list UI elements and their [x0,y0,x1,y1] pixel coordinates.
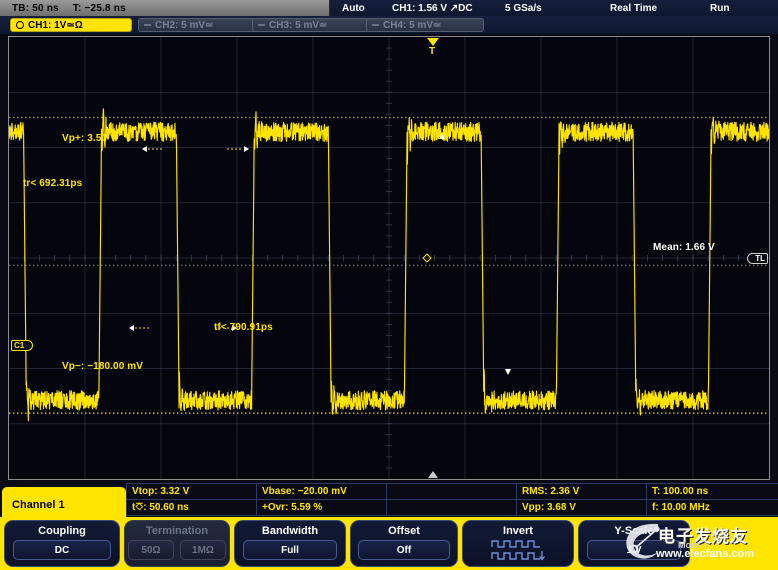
timebase-value: TB: 50 ns [12,3,59,14]
measurement-vpp[interactable]: Vpp: 3.68 V [522,502,576,513]
measurement-vbase-label: Vbase: [262,486,295,497]
softkey-bandwidth-title: Bandwidth [262,525,318,537]
channel-tab-ch3[interactable]: CH3: 5 mV≃ [252,18,370,32]
trigger-marker-text: TL [755,254,765,263]
acquisition-mode-label: Real Time [610,3,657,14]
measurement-overshoot-value: 5.59 % [291,502,322,513]
channel-panel-title-text: Channel 1 [12,499,65,511]
softkey-coupling-value[interactable]: DC [13,540,111,560]
divider [646,483,647,515]
measurement-frequency-value: 10.00 MHz [661,502,709,513]
measurement-frequency[interactable]: f: 10.00 MHz [652,502,710,513]
vp-plus-label: Vp+: 3.50 V [62,133,117,144]
softkey-invert-title: Invert [503,525,533,537]
watermark-url: www.elecfans.com [656,548,754,560]
timebase-panel[interactable]: TB: 50 ns T: −25.8 ns [0,0,330,16]
divider [386,483,387,515]
softkey-bandwidth-value[interactable]: Full [243,540,337,560]
divider [126,483,127,515]
softkey-offset[interactable]: Offset Off [350,520,458,567]
measurement-rms[interactable]: RMS: 2.36 V [522,486,579,497]
rise-time-label: tr< 692.31ps [23,178,82,189]
fall-time-label: tf< 790.91ps [214,322,273,333]
channel-tab-ch1[interactable]: CH1: 1V≃Ω [10,18,132,32]
measurement-pulse-width-value: 50.60 ns [149,502,188,513]
divider [126,515,778,516]
trigger-source-label[interactable]: CH1: 1.56 V ↗DC [392,3,473,14]
channel-tab-ch4[interactable]: CH4: 5 mV≃ [366,18,484,32]
measurement-period[interactable]: T: 100.00 ns [652,486,708,497]
measurement-vtop-label: Vtop: [132,486,158,497]
measurement-pulse-width-label: t⎏: [132,502,147,513]
run-state-label[interactable]: Run [710,3,729,14]
measurement-overshoot-label: +Ovr: [262,502,288,513]
acquisition-status: Auto CH1: 1.56 V ↗DC 5 GSa/s Real Time R… [330,0,778,16]
channel-off-icon [258,24,265,26]
measurement-pulse-width[interactable]: t⎏: 50.60 ns [132,502,189,513]
trigger-bottom-icon [428,471,438,478]
softkey-offset-value[interactable]: Off [358,540,449,560]
channel-on-icon [16,21,24,29]
measurement-vtop-value: 3.32 V [160,486,189,497]
trigger-position-icon[interactable] [427,38,439,46]
invert-waveform-icon [490,539,546,561]
softkey-termination-options: 50Ω 1MΩ [128,540,226,560]
measurement-vbase[interactable]: Vbase: −20.00 mV [262,486,347,497]
channel-tab-ch2-label: CH2: 5 mV≃ [155,20,213,31]
measurement-period-label: T: [652,486,660,497]
softkey-coupling-title: Coupling [38,525,86,537]
channel-tab-ch2[interactable]: CH2: 5 mV≃ [138,18,256,32]
mean-label: Mean: 1.66 V [653,242,715,253]
measurement-vtop[interactable]: Vtop: 3.32 V [132,486,189,497]
channel-tab-ch1-label: CH1: 1V≃Ω [28,20,83,31]
softkey-termination-title: Termination [146,525,208,537]
measurement-table: Vtop: 3.32 V Vbase: −20.00 mV RMS: 2.36 … [126,483,778,515]
waveform-display[interactable]: T Vp+: 3.50 V tr< 692.31ps tf< 790.91ps … [8,36,770,480]
graticule [9,37,769,479]
waveform-svg [9,37,769,479]
channel-tab-ch4-label: CH4: 5 mV≃ [383,20,441,31]
softkey-termination-50ohm: 50Ω [128,540,174,560]
measurement-vbase-value: −20.00 mV [298,486,347,497]
channel-off-icon [144,24,151,26]
measurement-rms-value: 2.36 V [550,486,579,497]
oscilloscope-screen: TB: 50 ns T: −25.8 ns Auto CH1: 1.56 V ↗… [0,0,778,570]
channel-tab-bar: CH1: 1V≃Ω CH2: 5 mV≃ CH3: 5 mV≃ CH4: 5 m… [0,16,778,34]
trigger-mode-label[interactable]: Auto [342,3,365,14]
channel-ground-marker-left[interactable]: C1 [11,340,33,351]
divider [256,483,257,515]
measurement-vpp-label: Vpp: [522,502,544,513]
trigger-level-marker-right[interactable]: TL [747,253,768,264]
channel-off-icon [372,24,379,26]
measurement-frequency-label: f: [652,502,659,513]
trigger-delay-value: T: −25.8 ns [73,3,126,14]
measurement-period-value: 100.00 ns [663,486,708,497]
channel-marker-text: C1 [14,341,24,350]
divider [126,499,778,500]
measurement-vpp-value: 3.68 V [547,502,576,513]
softkey-bandwidth[interactable]: Bandwidth Full [234,520,346,567]
sample-rate-label: 5 GSa/s [505,3,542,14]
softkey-invert[interactable]: Invert [462,520,574,567]
divider [126,483,778,484]
vp-minus-label: Vp−: −180.00 mV [62,361,143,372]
status-bar: TB: 50 ns T: −25.8 ns Auto CH1: 1.56 V ↗… [0,0,778,16]
divider [516,483,517,515]
softkey-coupling[interactable]: Coupling DC [4,520,120,567]
measurement-rms-label: RMS: [522,486,548,497]
watermark: 电子发烧友 More » www.elecfans.com [628,518,776,570]
softkey-termination: Termination 50Ω 1MΩ [124,520,230,567]
softkey-offset-title: Offset [388,525,420,537]
measurement-overshoot[interactable]: +Ovr: 5.59 % [262,502,322,513]
channel-tab-ch3-label: CH3: 5 mV≃ [269,20,327,31]
softkey-termination-1mohm: 1MΩ [180,540,226,560]
trigger-position-label: T [429,46,435,57]
